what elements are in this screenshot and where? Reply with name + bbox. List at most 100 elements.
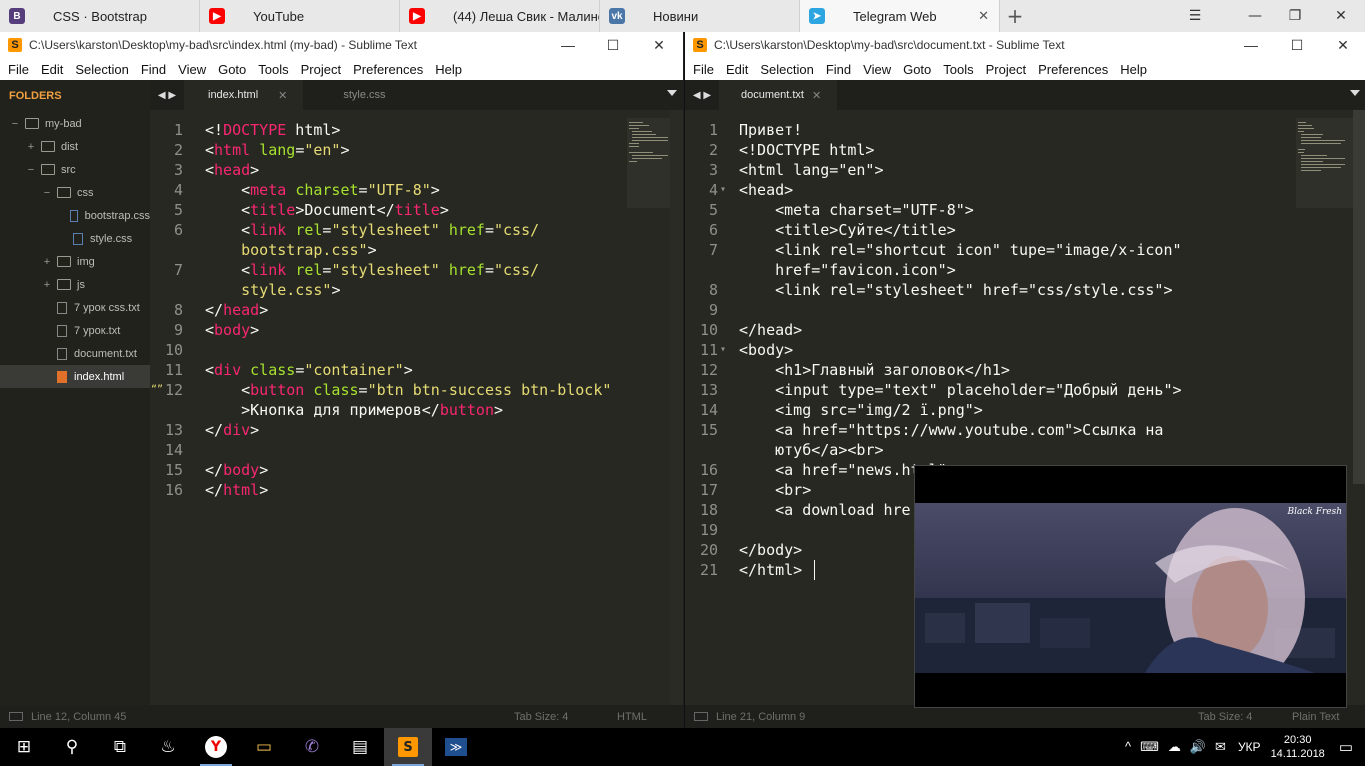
tab-nav-arrows[interactable]: ◀ ▶ — [685, 80, 719, 110]
code-editor[interactable]: 1 <!DOCTYPE html> 2 <html lang="en"> 3 <head>… — [150, 110, 670, 705]
menu-item[interactable]: Project — [980, 62, 1032, 77]
close-button[interactable]: ✕ — [636, 32, 682, 58]
fold-arrow-icon[interactable]: ▾ — [720, 180, 726, 200]
editor-tab[interactable]: index.html ✕ — [184, 80, 304, 110]
syntax-mode[interactable]: Plain Text — [1292, 711, 1340, 723]
minimap[interactable] — [1296, 118, 1353, 208]
fold-arrow-icon[interactable]: ▾ — [720, 340, 726, 360]
search-icon[interactable]: ⚲ — [48, 728, 96, 766]
clock[interactable]: 20:30 14.11.2018 — [1271, 733, 1325, 761]
menu-icon[interactable]: ☰ — [1171, 0, 1219, 32]
menu-item[interactable]: Goto — [897, 62, 937, 77]
editor-tab[interactable]: document.txt ✕ — [719, 80, 838, 110]
code-text: <link rel="stylesheet" href="css/ — [205, 260, 539, 280]
menu-item[interactable]: Goto — [212, 62, 252, 77]
tree-toggle-icon[interactable]: − — [9, 118, 21, 130]
powershell-icon[interactable]: ≫ — [432, 728, 480, 766]
tree-toggle-icon[interactable]: + — [41, 279, 53, 291]
browser-tab[interactable]: ▶ YouTube — [200, 0, 400, 32]
tray-icon[interactable]: ✉ — [1215, 739, 1226, 755]
menu-item[interactable]: Selection — [754, 62, 819, 77]
vertical-scrollbar[interactable] — [670, 110, 683, 705]
panel-toggle-icon[interactable] — [694, 712, 708, 721]
sidebar-item[interactable]: 7 урок css.txt — [0, 296, 150, 319]
clock-date: 14.11.2018 — [1270, 748, 1325, 760]
tree-toggle-icon[interactable]: − — [25, 164, 37, 176]
menu-item[interactable]: Preferences — [347, 62, 429, 77]
menu-item[interactable]: Tools — [252, 62, 294, 77]
tab-nav-arrows[interactable]: ◀ ▶ — [150, 80, 184, 110]
menu-item[interactable]: Help — [429, 62, 468, 77]
menu-item[interactable]: Preferences — [1032, 62, 1114, 77]
language-indicator[interactable]: УКР — [1238, 740, 1261, 754]
panel-toggle-icon[interactable] — [9, 712, 23, 721]
tree-toggle-icon[interactable]: − — [41, 187, 53, 199]
close-icon[interactable]: ✕ — [1317, 0, 1365, 32]
sidebar-item[interactable]: document.txt — [0, 342, 150, 365]
tray-icon[interactable]: ☁ — [1168, 739, 1181, 755]
file-explorer-icon[interactable]: ▭ — [240, 728, 288, 766]
tab-close-icon[interactable]: ✕ — [812, 89, 821, 102]
minimize-button[interactable]: — — [545, 32, 591, 58]
browser-tab[interactable]: ▶ (44) Леша Свик - Малинов — [400, 0, 600, 32]
maximize-icon[interactable]: ❐ — [1271, 0, 1319, 32]
sidebar-item[interactable]: style.css — [0, 227, 150, 250]
sidebar-item[interactable]: − src — [0, 158, 150, 181]
network-app-icon[interactable]: ▤ — [336, 728, 384, 766]
tree-toggle-icon[interactable]: + — [41, 256, 53, 268]
menu-item[interactable]: Project — [295, 62, 347, 77]
sidebar-item[interactable]: bootstrap.css — [0, 204, 150, 227]
tab-dropdown-icon[interactable] — [667, 90, 677, 96]
menu-item[interactable]: Find — [820, 62, 857, 77]
sidebar-item[interactable]: + img — [0, 250, 150, 273]
maximize-button[interactable]: ☐ — [590, 32, 636, 58]
tab-dropdown-icon[interactable] — [1350, 90, 1360, 96]
maximize-button[interactable]: ☐ — [1274, 32, 1320, 58]
menu-item[interactable]: File — [685, 62, 720, 77]
tree-toggle-icon[interactable]: + — [25, 141, 37, 153]
tab-size[interactable]: Tab Size: 4 — [1198, 711, 1252, 723]
yandex-browser-icon[interactable]: Y — [192, 728, 240, 766]
menu-item[interactable]: Tools — [937, 62, 979, 77]
close-button[interactable]: ✕ — [1320, 32, 1365, 58]
sidebar-item[interactable]: + js — [0, 273, 150, 296]
new-tab-button[interactable]: + — [1000, 0, 1030, 32]
sidebar-item[interactable]: index.html — [0, 365, 150, 388]
sidebar-item[interactable]: 7 урок.txt — [0, 319, 150, 342]
tab-size[interactable]: Tab Size: 4 — [514, 711, 568, 723]
code-token: > — [259, 461, 269, 479]
line-number: 15 — [699, 421, 718, 439]
action-center-icon[interactable]: ▭ — [1339, 738, 1353, 756]
steam-icon[interactable]: ♨ — [144, 728, 192, 766]
menu-item[interactable]: View — [172, 62, 212, 77]
vertical-scrollbar[interactable] — [1353, 110, 1365, 484]
menu-item[interactable]: File — [0, 62, 35, 77]
task-view-icon[interactable]: ⧉ — [96, 728, 144, 766]
minimap[interactable] — [627, 118, 670, 208]
sidebar-item[interactable]: + dist — [0, 135, 150, 158]
menu-item[interactable]: Edit — [720, 62, 754, 77]
viber-icon[interactable]: ✆ — [288, 728, 336, 766]
tray-icon[interactable]: ⌨ — [1140, 739, 1159, 755]
menu-item[interactable]: Find — [135, 62, 172, 77]
tray-icon[interactable]: ^ — [1125, 739, 1131, 755]
browser-tab[interactable]: vk Новини — [600, 0, 800, 32]
menu-item[interactable]: View — [857, 62, 897, 77]
menu-item[interactable]: Help — [1114, 62, 1153, 77]
picture-in-picture-video[interactable]: Black Fresh — [914, 465, 1347, 708]
start-button[interactable]: ⊞ — [0, 728, 48, 766]
sublime-text-icon[interactable]: S — [384, 728, 432, 766]
minimize-button[interactable]: — — [1228, 32, 1274, 58]
tray-icon[interactable]: 🔊 — [1190, 739, 1206, 755]
sidebar-item[interactable]: − css — [0, 181, 150, 204]
menu-item[interactable]: Selection — [69, 62, 134, 77]
editor-tab[interactable]: style.css — [303, 80, 421, 110]
sidebar-item[interactable]: − my-bad — [0, 112, 150, 135]
tab-close-icon[interactable]: ✕ — [278, 89, 287, 102]
code-token: body — [214, 321, 251, 339]
syntax-mode[interactable]: HTML — [617, 711, 647, 723]
browser-tab[interactable]: B CSS · Bootstrap — [0, 0, 200, 32]
browser-tab[interactable]: ➤ Telegram Web ✕ — [800, 0, 1000, 32]
menu-item[interactable]: Edit — [35, 62, 69, 77]
tab-close-icon[interactable]: ✕ — [978, 8, 989, 24]
